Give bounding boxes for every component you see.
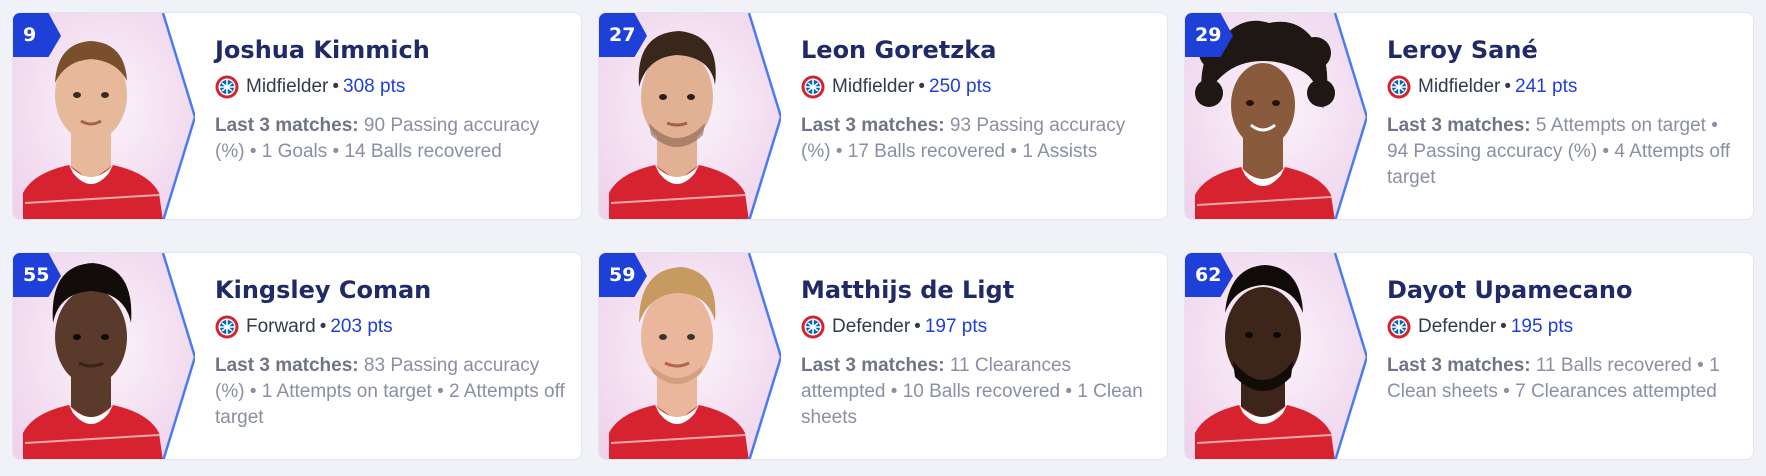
- fc-bayern-logo-icon: [1387, 315, 1411, 339]
- fc-bayern-logo-icon: [215, 75, 239, 99]
- meta-separator: •: [1500, 316, 1507, 337]
- player-name[interactable]: Matthijs de Ligt: [801, 275, 1155, 305]
- stats-label: Last 3 matches:: [215, 115, 359, 136]
- player-info: Matthijs de Ligt Defender • 197 pts Last…: [801, 275, 1155, 431]
- player-card[interactable]: 55 Kingsley Coman Forward • 203 pts Last…: [12, 252, 582, 460]
- fc-bayern-logo-icon: [801, 315, 825, 339]
- fc-bayern-logo-icon: [1387, 75, 1411, 99]
- player-points: 241 pts: [1515, 76, 1578, 97]
- meta-separator: •: [918, 76, 926, 97]
- player-cards-grid: 9 Joshua Kimmich Midfielder • 308 pts La…: [0, 0, 1766, 476]
- player-info: Kingsley Coman Forward • 203 pts Last 3 …: [215, 275, 569, 431]
- player-info: Leroy Sané Midfielder • 241 pts Last 3 m…: [1387, 35, 1741, 191]
- player-position: Midfielder: [246, 76, 329, 97]
- meta-separator: •: [332, 76, 340, 97]
- player-name[interactable]: Leon Goretzka: [801, 35, 1155, 65]
- player-position: Defender: [832, 316, 911, 337]
- player-info: Joshua Kimmich Midfielder • 308 pts Last…: [215, 35, 569, 165]
- last-matches-stats: Last 3 matches: 11 Balls recovered • 1 C…: [1387, 353, 1741, 405]
- player-position: Midfielder: [832, 76, 915, 97]
- player-card[interactable]: 59 Matthijs de Ligt Defender • 197 pts L…: [598, 252, 1168, 460]
- player-meta: Midfielder • 308 pts: [215, 75, 569, 99]
- player-meta: Midfielder • 241 pts: [1387, 75, 1741, 99]
- player-meta: Defender • 197 pts: [801, 315, 1155, 339]
- player-card[interactable]: 29 Leroy Sané Midfielder • 241 pts Last …: [1184, 12, 1754, 220]
- player-points: 250 pts: [929, 76, 992, 97]
- stats-label: Last 3 matches:: [801, 115, 945, 136]
- player-name[interactable]: Dayot Upamecano: [1387, 275, 1741, 305]
- last-matches-stats: Last 3 matches: 11 Clearances attempted …: [801, 353, 1155, 431]
- meta-separator: •: [319, 316, 327, 337]
- player-points: 308 pts: [343, 76, 406, 97]
- player-meta: Forward • 203 pts: [215, 315, 569, 339]
- player-info: Dayot Upamecano Defender • 195 pts Last …: [1387, 275, 1741, 405]
- player-meta: Midfielder • 250 pts: [801, 75, 1155, 99]
- stats-label: Last 3 matches:: [1387, 355, 1531, 376]
- player-meta: Defender • 195 pts: [1387, 315, 1741, 339]
- stats-label: Last 3 matches:: [801, 355, 945, 376]
- player-name[interactable]: Leroy Sané: [1387, 35, 1741, 65]
- last-matches-stats: Last 3 matches: 90 Passing accuracy (%) …: [215, 113, 569, 165]
- player-card[interactable]: 27 Leon Goretzka Midfielder • 250 pts La…: [598, 12, 1168, 220]
- player-position: Defender: [1418, 316, 1497, 337]
- player-position: Midfielder: [1418, 76, 1501, 97]
- player-name[interactable]: Kingsley Coman: [215, 275, 569, 305]
- last-matches-stats: Last 3 matches: 93 Passing accuracy (%) …: [801, 113, 1155, 165]
- last-matches-stats: Last 3 matches: 83 Passing accuracy (%) …: [215, 353, 569, 431]
- fc-bayern-logo-icon: [801, 75, 825, 99]
- player-points: 195 pts: [1510, 316, 1574, 337]
- player-points: 203 pts: [330, 316, 393, 337]
- meta-separator: •: [1504, 76, 1512, 97]
- fc-bayern-logo-icon: [215, 315, 239, 339]
- stats-label: Last 3 matches:: [215, 355, 359, 376]
- meta-separator: •: [914, 316, 921, 337]
- player-card[interactable]: 62 Dayot Upamecano Defender • 195 pts La…: [1184, 252, 1754, 460]
- player-position: Forward: [246, 316, 316, 337]
- player-card[interactable]: 9 Joshua Kimmich Midfielder • 308 pts La…: [12, 12, 582, 220]
- player-name[interactable]: Joshua Kimmich: [215, 35, 569, 65]
- stats-label: Last 3 matches:: [1387, 115, 1531, 136]
- player-points: 197 pts: [924, 316, 988, 337]
- last-matches-stats: Last 3 matches: 5 Attempts on target • 9…: [1387, 113, 1741, 191]
- player-info: Leon Goretzka Midfielder • 250 pts Last …: [801, 35, 1155, 165]
